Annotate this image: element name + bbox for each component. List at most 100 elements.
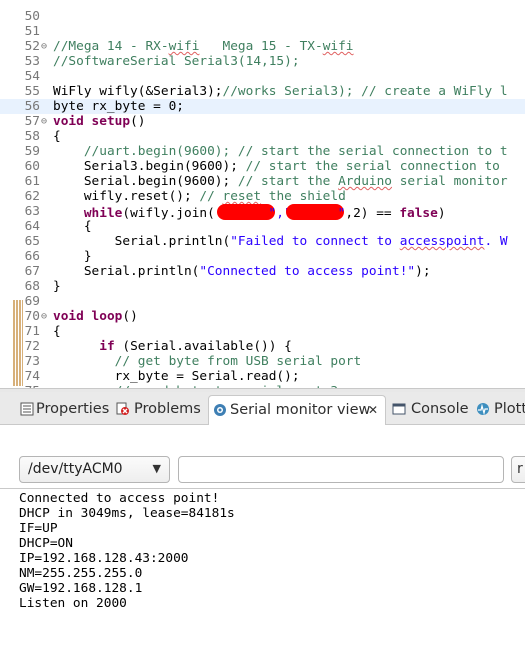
code-line[interactable]: 68} [0, 279, 525, 294]
output-line: IP=192.168.128.43:2000 [19, 551, 189, 566]
line-number: 72 [24, 339, 40, 354]
line-number: 64 [24, 219, 40, 234]
code-line[interactable]: 59 //uart.begin(9600); // start the seri… [0, 144, 525, 159]
code-line[interactable]: 71 { [0, 324, 525, 339]
fold-toggle-icon[interactable]: ⊖ [41, 117, 50, 127]
output-line: GW=192.168.128.1 [19, 581, 143, 596]
code-token: wifi [322, 39, 354, 54]
code-line[interactable]: 62 wifly.reset(); // reset the shield [0, 189, 525, 204]
code-line[interactable]: 56 byte rx_byte = 0; [0, 99, 525, 114]
close-icon[interactable]: ✕ [368, 397, 378, 423]
line-number: 63 [24, 204, 40, 219]
line-code: //uart.begin(9600); // start the serial … [53, 144, 508, 159]
line-number: 56 [24, 99, 40, 114]
line-code: byte rx_byte = 0; [53, 99, 184, 114]
line-number: 62 [24, 189, 40, 204]
line-code: Serial.println("Connected to access poin… [53, 264, 431, 279]
line-code: Serial3.begin(9600); // start the serial… [53, 159, 508, 174]
code-token: Mega 15 - TX- [199, 39, 323, 54]
serial-monitor-icon [214, 404, 226, 416]
code-line[interactable]: 61 Serial.begin(9600); // start the Ardu… [0, 174, 525, 189]
line-code: Serial.println("Failed to connect to acc… [53, 234, 508, 249]
line-number: 66 [24, 249, 40, 264]
code-token: wifi [168, 39, 200, 54]
line-code: Serial.begin(9600); // start the Arduino… [53, 174, 508, 189]
code-line[interactable]: 57 ⊖ void setup() [0, 114, 525, 129]
code-token: rx_byte = Serial.read(); [53, 369, 300, 384]
plotter-icon [477, 403, 489, 416]
code-token: Serial.begin(9600); [53, 174, 238, 189]
line-number: 51 [24, 24, 40, 39]
tab-console[interactable]: Console [390, 396, 470, 422]
code-token: if [99, 339, 115, 354]
tab-plotter[interactable]: Plotte [474, 396, 525, 422]
tab-serial-monitor[interactable]: Serial monitor view ✕ [208, 395, 386, 425]
problems-icon [116, 402, 129, 415]
port-select[interactable]: /dev/ttyACM0 ▼ [19, 456, 170, 483]
code-line[interactable]: 74 rx_byte = Serial.read(); [0, 369, 525, 384]
code-line[interactable]: 54 [0, 69, 525, 84]
line-number: 74 [24, 369, 40, 384]
code-token: Arduino [338, 174, 393, 189]
code-line[interactable]: 70 ⊖ void loop() [0, 309, 525, 324]
code-line[interactable]: 58 { [0, 129, 525, 144]
output-line: Listen on 2000 [19, 596, 127, 611]
chevron-down-icon: ▼ [152, 462, 161, 475]
line-ending-label: r [517, 461, 523, 477]
code-editor[interactable]: 50 51 52 ⊖//Mega 14 - RX-wifi Mega 15 - TX-… [0, 0, 525, 388]
tab-label: Console [411, 401, 469, 417]
tab-problems[interactable]: Problems [114, 396, 206, 422]
code-line[interactable]: 52 ⊖//Mega 14 - RX-wifi Mega 15 - TX-wifi [0, 39, 525, 54]
code-line[interactable]: 60 Serial3.begin(9600); // start the ser… [0, 159, 525, 174]
code-token: { [53, 129, 61, 144]
output-line: DHCP=ON [19, 536, 73, 551]
fold-toggle-icon[interactable]: ⊖ [41, 312, 50, 322]
tab-properties[interactable]: Properties [14, 396, 110, 422]
send-input[interactable] [178, 456, 504, 483]
code-line[interactable]: 67 Serial.println("Connected to access p… [0, 264, 525, 279]
code-token: void [53, 309, 84, 324]
code-token: // [199, 189, 223, 204]
code-token: } [53, 279, 61, 294]
line-code: //Mega 14 - RX-wifi Mega 15 - TX-wifi [53, 39, 354, 54]
output-line: NM=255.255.255.0 [19, 566, 143, 581]
code-line[interactable]: 63 while(wifly.join('","",2) == false) [0, 204, 525, 221]
line-code: // get byte from USB serial port [53, 354, 362, 369]
line-number: 67 [24, 264, 40, 279]
code-token: loop [91, 309, 123, 324]
fold-toggle-icon[interactable]: ⊖ [41, 42, 50, 52]
line-number: 70 [24, 309, 40, 324]
code-line[interactable]: 51 [0, 24, 525, 39]
tab-label: Plotte [494, 401, 525, 417]
code-line[interactable]: 65 Serial.println("Failed to connect to … [0, 234, 525, 249]
code-token: Serial.println( [53, 264, 200, 279]
code-line[interactable]: 66 } [0, 249, 525, 264]
line-code: if (Serial.available()) { [53, 339, 292, 354]
code-line[interactable]: 69 [0, 294, 525, 309]
code-token: Serial.println( [53, 234, 231, 249]
line-ending-button[interactable]: r [511, 456, 525, 483]
code-token: WiFly wifly(&Serial3); [53, 84, 223, 99]
console-icon [392, 403, 406, 415]
code-token: { [53, 219, 92, 234]
line-number: 71 [24, 324, 40, 339]
line-code: { [53, 324, 61, 339]
line-code: void loop() [53, 309, 138, 324]
line-code: wifly.reset(); // reset the shield [53, 189, 346, 204]
code-line[interactable]: 50 [0, 9, 525, 24]
code-token: setup [91, 114, 131, 129]
code-token: } [53, 249, 92, 264]
code-line[interactable]: 55 WiFly wifly(&Serial3);//works Serial3)… [0, 84, 525, 99]
line-code: //SoftwareSerial Serial3(14,15); [53, 54, 300, 69]
line-code: } [53, 279, 61, 294]
line-number: 60 [24, 159, 40, 174]
line-number: 58 [24, 129, 40, 144]
code-token: //uart.begin(9600); // start the serial … [83, 144, 508, 159]
code-line[interactable]: 73 // get byte from USB serial port [0, 354, 525, 369]
code-line[interactable]: 64 { [0, 219, 525, 234]
code-line[interactable]: 72 if (Serial.available()) { [0, 339, 525, 354]
code-line[interactable]: 53 //SoftwareSerial Serial3(14,15); [0, 54, 525, 69]
code-token: // start the serial connection to [245, 159, 508, 174]
